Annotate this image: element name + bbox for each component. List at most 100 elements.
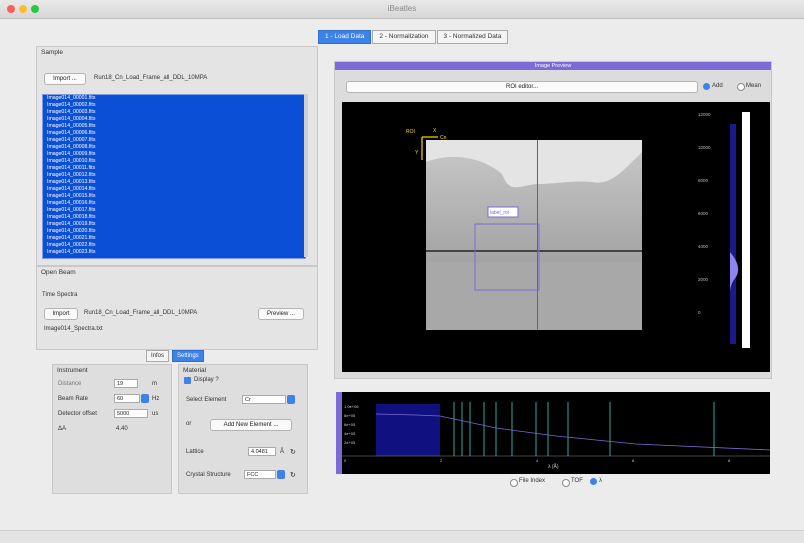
- distance-input[interactable]: 19: [114, 379, 138, 388]
- material-title: Material: [183, 367, 207, 374]
- spectrum-x-ticks: 0 2 4 6 8: [344, 458, 731, 463]
- tof-label: TOF: [571, 478, 583, 484]
- list-item[interactable]: Image014_00021.fits: [43, 235, 305, 242]
- spectrum-y-tick-label: 1.0e+06: [344, 404, 359, 409]
- spectrum-x-tick-label: 2: [440, 458, 443, 463]
- list-item[interactable]: Image014_00014.fits: [43, 186, 305, 193]
- sample-panel-title: Sample: [41, 49, 64, 56]
- beam-rate-dropdown-icon[interactable]: [141, 394, 149, 403]
- spectrum-canvas[interactable]: λ (Å) 1.0e+06 8e+05 6e+05 4e+05 2e+05 0 2 4 6 8: [336, 392, 771, 474]
- spectrum-plot[interactable]: λ (Å) 1.0e+06 8e+05 6e+05 4e+05 2e+05 0 2 4 6 8: [336, 392, 771, 474]
- sample-lower-band: [426, 262, 642, 330]
- detector-offset-label: Detector offset: [58, 411, 97, 417]
- beam-rate-label: Beam Rate: [58, 396, 89, 402]
- tab-settings[interactable]: Settings: [172, 350, 204, 362]
- list-item[interactable]: Image014_00012.fits: [43, 172, 305, 179]
- window-titlebar: iBeatles: [0, 0, 804, 19]
- time-spectra-file-label: Image014_Spectra.txt: [44, 326, 103, 332]
- add-radio-label: Add: [712, 83, 723, 89]
- spectrum-left-handle[interactable]: [336, 392, 342, 474]
- beam-rate-unit: Hz: [152, 396, 160, 402]
- crystal-structure-label: Crystal Structure: [186, 472, 231, 478]
- list-item[interactable]: Image014_00010.fits: [43, 158, 305, 165]
- open-beam-folder-label: Run18_Cn_Load_Frame_all_DDL_10MPA: [84, 310, 198, 316]
- spectrum-x-tick-label: 8: [728, 458, 731, 463]
- lambda-radio[interactable]: [590, 478, 597, 485]
- lattice-label: Lattice: [186, 449, 204, 455]
- list-item[interactable]: Image014_00001.fits: [43, 95, 305, 102]
- list-item[interactable]: Image014_00002.fits: [43, 102, 305, 109]
- time-spectra-label: Time Spectra: [42, 292, 78, 298]
- preview-button[interactable]: Preview ...: [258, 308, 304, 320]
- lattice-input[interactable]: 4.0481: [248, 447, 276, 456]
- tab-normalization[interactable]: 2 - Normalization: [372, 30, 436, 44]
- list-item[interactable]: Image014_00013.fits: [43, 179, 305, 186]
- list-item[interactable]: Image014_00008.fits: [43, 144, 305, 151]
- tab-normalized-data[interactable]: 3 - Normalized Data: [436, 30, 509, 44]
- spectrum-y-tick-label: 8e+05: [344, 413, 356, 418]
- list-item[interactable]: Image014_00009.fits: [43, 151, 305, 158]
- list-item[interactable]: Image014_00011.fits: [43, 165, 305, 172]
- crystal-structure-dropdown-icon[interactable]: [277, 470, 285, 479]
- beam-rate-select[interactable]: 60: [114, 394, 140, 403]
- image-preview-canvas[interactable]: label_roi ROI X Y Cn 12000 10000 8000 6000 4…: [342, 102, 770, 372]
- roi-editor-button[interactable]: ROI editor...: [346, 81, 698, 93]
- select-element-dropdown[interactable]: Cr: [242, 395, 286, 404]
- mean-radio[interactable]: [737, 83, 745, 91]
- add-new-element-button[interactable]: Add New Element ...: [210, 419, 292, 431]
- display-checkbox[interactable]: [184, 377, 191, 384]
- list-item[interactable]: Image014_00018.fits: [43, 214, 305, 221]
- sample-list-scrollbar[interactable]: [304, 94, 308, 257]
- spectrum-selected-range[interactable]: [376, 404, 440, 456]
- list-item[interactable]: Image014_00003.fits: [43, 109, 305, 116]
- main-tabs: 1 - Load Data 2 - Normalization 3 - Norm…: [318, 30, 509, 44]
- image-preview-header: Image Preview: [335, 62, 771, 70]
- gizmo-x-label: X: [433, 128, 437, 134]
- spectrum-y-ticks: 1.0e+06 8e+05 6e+05 4e+05 2e+05: [344, 404, 359, 445]
- spectrum-x-label: λ (Å): [548, 463, 559, 470]
- distance-label: Distance: [58, 381, 82, 387]
- image-view[interactable]: label_roi ROI X Y Cn 12000 10000 8000 6000 4…: [342, 102, 770, 372]
- sample-import-button[interactable]: Import ...: [44, 73, 86, 85]
- delta-a-value: 4.40: [116, 426, 128, 432]
- mean-radio-label: Mean: [746, 83, 762, 89]
- detector-offset-input[interactable]: 5000: [114, 409, 148, 418]
- list-item[interactable]: Image014_00017.fits: [43, 207, 305, 214]
- list-item[interactable]: Image014_00005.fits: [43, 123, 305, 130]
- gizmo-roi-label: ROI: [406, 129, 415, 135]
- list-item[interactable]: Image014_00016.fits: [43, 200, 305, 207]
- colorbar-tick-label: 4000: [698, 244, 709, 249]
- colorbar-tick-label: 0: [698, 310, 701, 315]
- sample-file-list[interactable]: Image014_00001.fits Image014_00002.fits Im…: [42, 94, 306, 259]
- add-radio[interactable]: [703, 83, 710, 90]
- delta-a-label: ΔA: [58, 426, 67, 432]
- list-item[interactable]: Image014_00023.fits: [43, 249, 305, 256]
- list-item[interactable]: Image014_00007.fits: [43, 137, 305, 144]
- display-label: Display ?: [194, 377, 219, 383]
- colorbar-gradient: [742, 112, 750, 348]
- window-bottom-bar: [0, 530, 804, 543]
- list-item[interactable]: Image014_00020.fits: [43, 228, 305, 235]
- lattice-reset-icon[interactable]: ↻: [290, 448, 296, 456]
- tab-load-data[interactable]: 1 - Load Data: [318, 30, 372, 44]
- list-item[interactable]: Image014_00004.fits: [43, 116, 305, 123]
- select-element-dropdown-icon[interactable]: [287, 395, 295, 404]
- colorbar-tick-label: 12000: [698, 112, 711, 117]
- crystal-reset-icon[interactable]: ↻: [290, 471, 296, 479]
- list-item[interactable]: Image014_00015.fits: [43, 193, 305, 200]
- crystal-structure-dropdown[interactable]: FCC: [244, 470, 276, 479]
- list-item[interactable]: Image014_00006.fits: [43, 130, 305, 137]
- list-item[interactable]: Image014_00022.fits: [43, 242, 305, 249]
- time-spectra-import-button[interactable]: Import: [44, 308, 78, 320]
- tof-radio[interactable]: [562, 479, 570, 487]
- vertical-crosshair: [537, 140, 538, 330]
- horizontal-crosshair: [426, 250, 642, 252]
- detector-offset-unit: us: [152, 411, 159, 417]
- file-index-radio[interactable]: [510, 479, 518, 487]
- tab-infos[interactable]: Infos: [146, 350, 170, 362]
- list-item[interactable]: Image014_00019.fits: [43, 221, 305, 228]
- distance-unit: m: [152, 381, 157, 387]
- spectrum-y-tick-label: 2e+05: [344, 440, 356, 445]
- spectrum-y-tick-label: 6e+05: [344, 422, 356, 427]
- colorbar-histogram: [730, 124, 736, 344]
